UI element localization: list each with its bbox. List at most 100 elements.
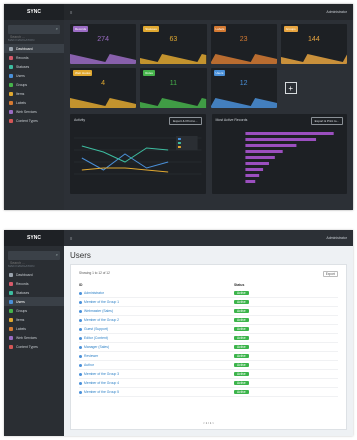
panel-title: Most Active Records [215,118,248,122]
bar-chart [244,132,334,183]
sidebar-item-users[interactable]: Users [4,297,64,306]
brand-logo[interactable]: SYNC [4,230,64,246]
stat-card[interactable]: Labels 23 [210,24,277,64]
sidebar-item-groups[interactable]: Groups [4,80,64,89]
menu-toggle-icon[interactable]: ≡ [70,10,72,15]
table-row[interactable]: Member of the Group 2 Active [79,316,338,325]
stat-card[interactable]: Roles 11 [140,68,207,108]
stat-card-value: 12 [239,80,248,87]
nav-icon [9,73,13,78]
status-badge: Active [234,381,249,385]
table-row[interactable]: Guest (Support) Active [79,325,338,334]
user-menu[interactable]: Administrator [326,236,347,240]
user-link[interactable]: Author [79,363,234,367]
search-icon[interactable]: ⌕ [56,252,58,257]
table-row[interactable]: Manager (Sales) Active [79,343,338,352]
user-icon [79,300,82,304]
sidebar-item-dashboard[interactable]: Dashboard [4,270,64,279]
stat-card-title: Statuses [143,26,159,32]
stat-card-title: Roles [143,70,155,76]
user-name: Member of the Group 2 [84,318,120,322]
user-link[interactable]: Administrator [79,291,234,295]
stat-card-value: 63 [169,36,178,43]
sidebar-item-content-types[interactable]: Content Types [4,116,64,125]
sidebar-item-label: Items [16,317,25,322]
table-row[interactable]: Member of the Group 3 Active [79,370,338,379]
sidebar-item-groups[interactable]: Groups [4,306,64,315]
user-link[interactable]: Guest (Support) [79,327,234,331]
user-icon [79,354,82,358]
export-button[interactable]: Export & Print to... [169,117,202,125]
user-link[interactable]: Member of the Group 5 [79,390,234,394]
user-name: Editor (Content) [84,336,108,340]
pagination[interactable]: < 1 / 1 > [71,421,346,425]
sidebar-item-labels[interactable]: Labels [4,324,64,333]
sidebar-item-label: Statuses [16,290,30,295]
sidebar-item-label: Users [16,299,25,304]
user-icon [79,372,82,376]
stat-card[interactable]: Records 274 [70,24,137,64]
search-icon[interactable]: ⌕ [56,26,58,31]
add-card-button[interactable]: + [284,82,297,94]
sidebar-item-content-types[interactable]: Content Types [4,342,64,351]
sidebar-item-items[interactable]: Items [4,315,64,324]
stat-card[interactable]: Statuses 63 [140,24,207,64]
column-header-id[interactable]: ID [79,283,234,287]
export-button[interactable]: Export [322,271,338,277]
sidebar-item-label: Groups [16,308,28,313]
sidebar-item-items[interactable]: Items [4,89,64,98]
table-row[interactable]: Author Active [79,361,338,370]
sidebar-item-web-services[interactable]: Web Services [4,333,64,342]
user-link[interactable]: Reviewer [79,354,234,358]
sidebar-item-records[interactable]: Records [4,53,64,62]
sidebar-item-label: Dashboard [16,46,33,51]
user-link[interactable]: Editor (Content) [79,336,234,340]
table-row[interactable]: Editor (Content) Active [79,334,338,343]
stat-card[interactable]: Groups 144 [280,24,347,64]
sidebar-item-label: Records [16,281,29,286]
sidebar: SYNC ⌕ MAIN NAVIGATION DashboardRecordsS… [4,4,64,210]
stat-card[interactable]: Users 12 [210,68,277,108]
column-header-status[interactable]: Status [234,283,244,287]
stat-card[interactable]: Web Hooks 4 [70,68,137,108]
user-name: Manager (Sales) [84,345,110,349]
sidebar-item-web-services[interactable]: Web Services [4,107,64,116]
nav-icon [9,64,13,69]
nav-icon [9,46,13,51]
user-link[interactable]: Member of the Group 1 [79,300,234,304]
search-input[interactable] [8,32,60,42]
search-box[interactable]: ⌕ [8,25,60,42]
user-menu[interactable]: Administrator [326,10,347,14]
search-box[interactable]: ⌕ [8,251,60,268]
user-name: Guest (Support) [84,327,109,331]
sidebar-item-users[interactable]: Users [4,71,64,80]
sidebar-item-statuses[interactable]: Statuses [4,62,64,71]
table-row[interactable]: Member of the Group 1 Active [79,298,338,307]
table-row[interactable]: Member of the Group 4 Active [79,379,338,388]
table-row[interactable]: Member of the Group 5 Active [79,388,338,397]
user-link[interactable]: Member of the Group 2 [79,318,234,322]
sidebar-item-statuses[interactable]: Statuses [4,288,64,297]
sidebar-item-label: Labels [16,100,26,105]
user-link[interactable]: Member of the Group 3 [79,372,234,376]
users-content: Users Showing 1 to 12 of 12 Export ID St… [64,246,353,436]
table-row[interactable]: Webmaster (Sales) Active [79,307,338,316]
user-link[interactable]: Member of the Group 4 [79,381,234,385]
sidebar-item-records[interactable]: Records [4,279,64,288]
user-link[interactable]: Manager (Sales) [79,345,234,349]
stat-card-value: 23 [239,36,248,43]
user-link[interactable]: Webmaster (Sales) [79,309,234,313]
sidebar-item-labels[interactable]: Labels [4,98,64,107]
users-table-body: Administrator Active Member of the Group 1… [71,289,346,397]
sidebar-item-label: Content Types [16,118,38,123]
table-row[interactable]: Reviewer Active [79,352,338,361]
brand-logo[interactable]: SYNC [4,4,64,20]
nav-icon [9,326,13,331]
table-row[interactable]: Administrator Active [79,289,338,298]
search-input[interactable] [8,258,60,268]
sidebar-item-dashboard[interactable]: Dashboard [4,44,64,53]
top-bar: ≡ Administrator [64,4,353,20]
menu-toggle-icon[interactable]: ≡ [70,236,72,241]
sidebar: SYNC ⌕ MAIN NAVIGATION DashboardRecordsS… [4,230,64,436]
export-button[interactable]: Export & Print to... [310,117,343,125]
